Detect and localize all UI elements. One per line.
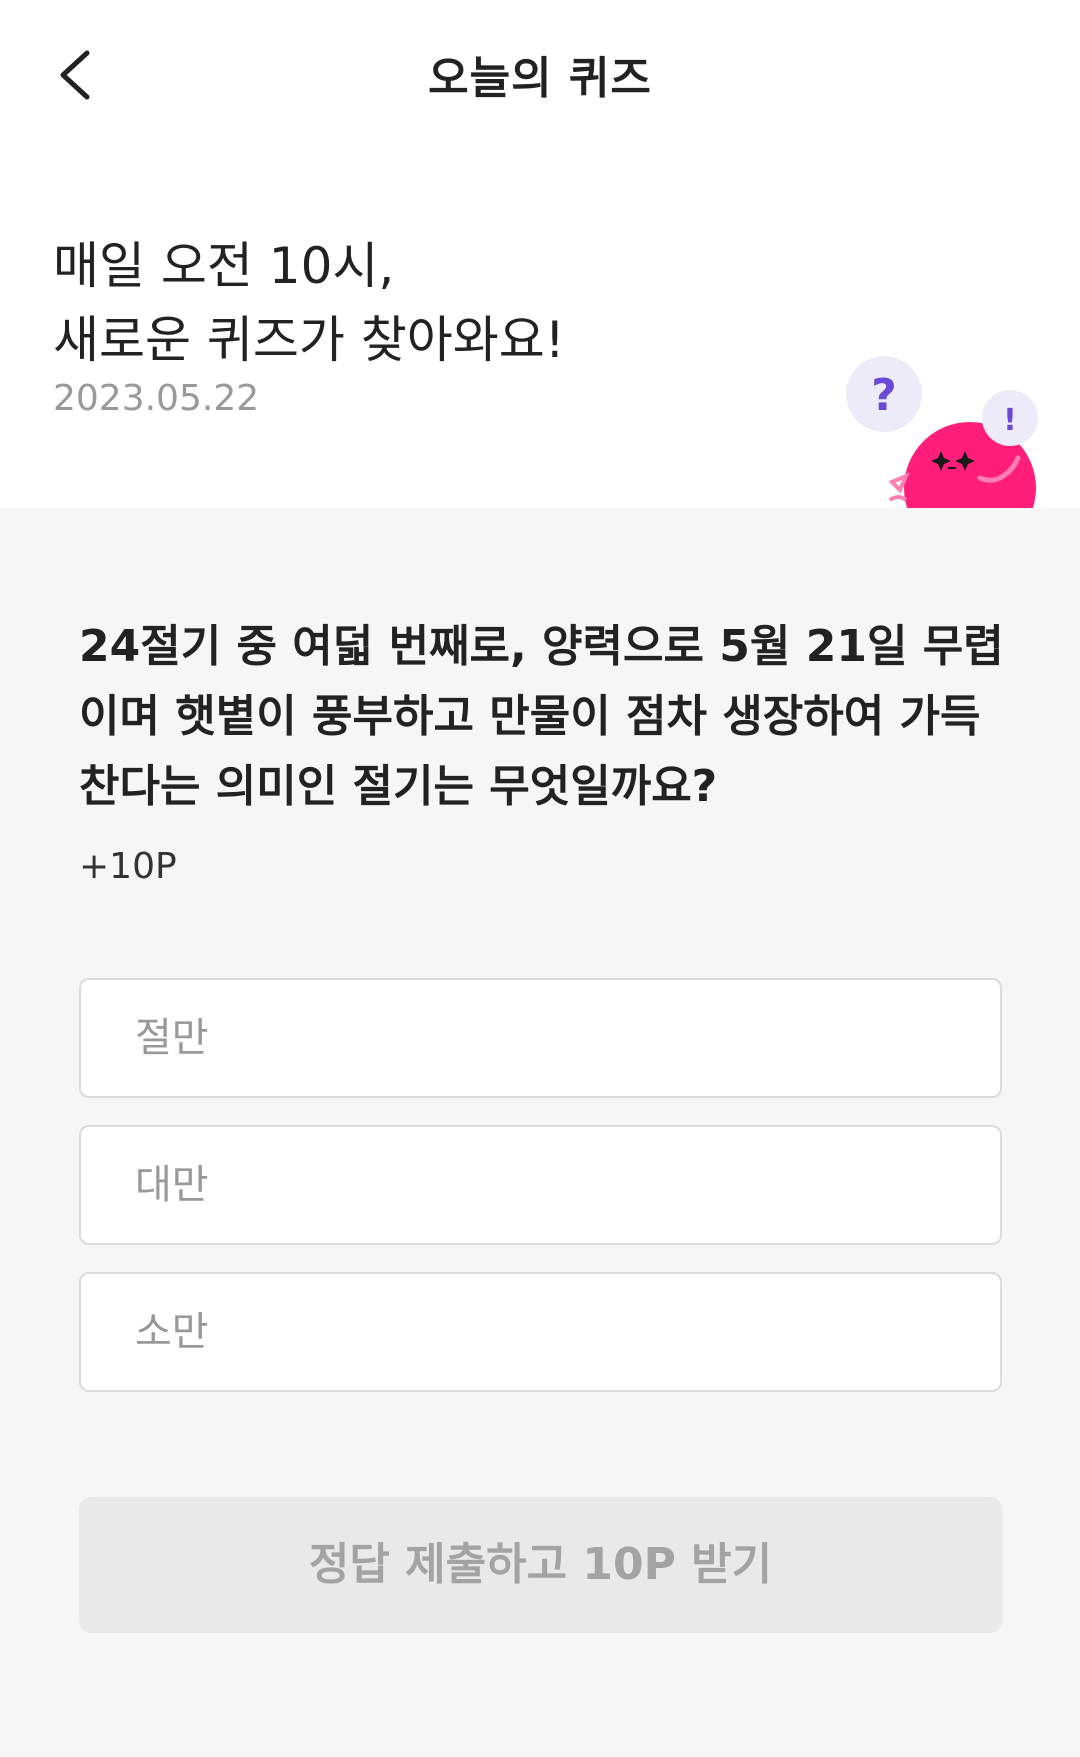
quiz-page: 오늘의 퀴즈 매일 오전 10시, 새로운 퀴즈가 찾아와요! 2023.05.… [0, 0, 1080, 1757]
intro-headline-line2: 새로운 퀴즈가 찾아와요! [53, 311, 565, 369]
mascot-illustration: ? ! [846, 356, 1038, 508]
answer-option-label: 절만 [135, 1015, 209, 1061]
quiz-question: 24절기 중 여덟 번째로, 양력으로 5월 21일 무렵이며 햇볕이 풍부하고… [79, 621, 1004, 812]
intro-headline-line1: 매일 오전 10시, [53, 237, 395, 295]
header: 오늘의 퀴즈 [0, 0, 1080, 150]
answer-option-label: 소만 [135, 1309, 209, 1355]
page-title: 오늘의 퀴즈 [428, 53, 652, 104]
answer-option-label: 대만 [135, 1162, 209, 1208]
question-mark: ? [871, 370, 897, 421]
answer-option-1[interactable]: 절만 [79, 978, 1002, 1098]
submit-answer-button[interactable]: 정답 제출하고 10P 받기 [79, 1497, 1002, 1633]
quiz-date: 2023.05.22 [53, 378, 260, 419]
exclaim-mark: ! [1003, 403, 1017, 438]
quiz-points: +10P [79, 846, 177, 887]
intro-banner: 매일 오전 10시, 새로운 퀴즈가 찾아와요! 2023.05.22 ? ! [0, 150, 1080, 508]
answer-option-2[interactable]: 대만 [79, 1125, 1002, 1245]
answer-option-3[interactable]: 소만 [79, 1272, 1002, 1392]
